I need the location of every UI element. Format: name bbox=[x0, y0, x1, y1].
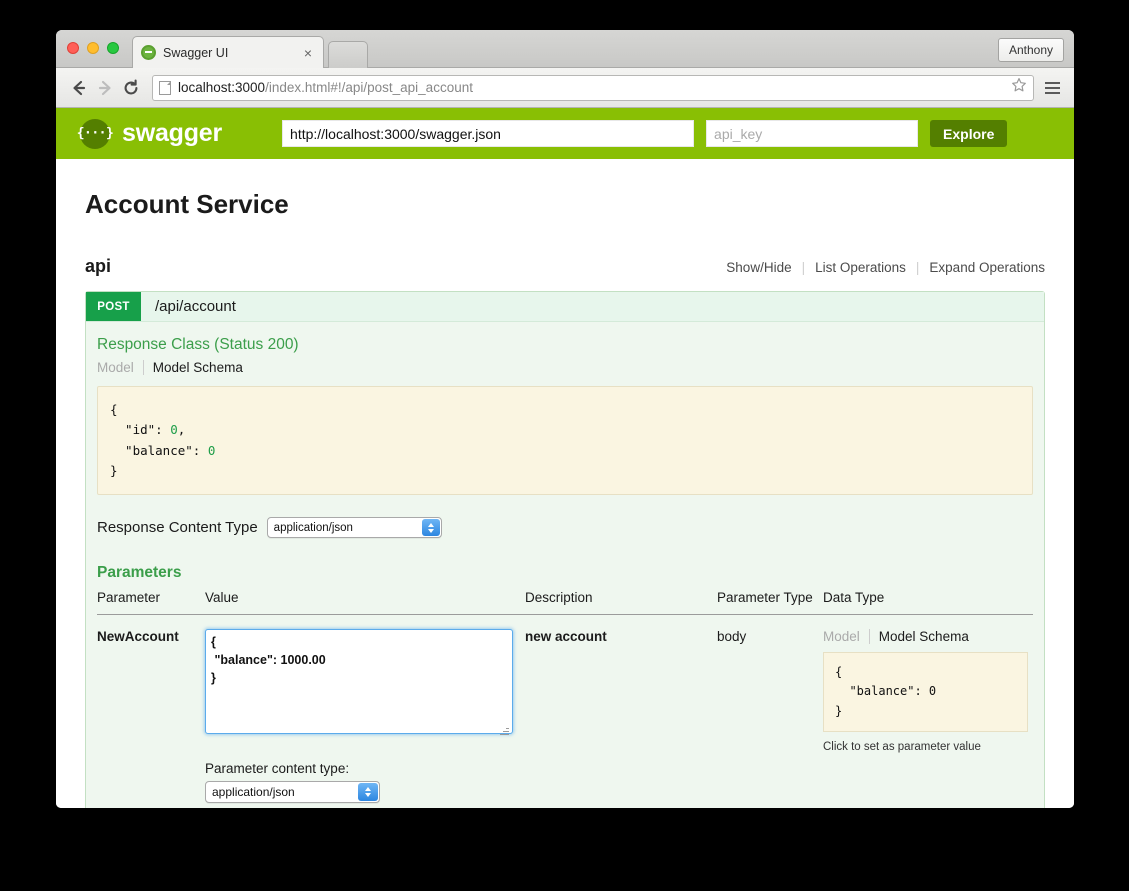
th-data-type: Data Type bbox=[823, 590, 1033, 615]
response-content-type-select[interactable]: application/json bbox=[266, 517, 442, 538]
schema-click-hint: Click to set as parameter value bbox=[823, 741, 981, 754]
table-header-row: Parameter Value Description Parameter Ty… bbox=[97, 590, 1033, 615]
code-line: } bbox=[835, 703, 843, 718]
swagger-content: Account Service api Show/Hide | List Ope… bbox=[56, 159, 1074, 808]
parameter-content-type-value: application/json bbox=[212, 785, 295, 799]
parameter-value-textarea[interactable] bbox=[205, 629, 513, 734]
resource-operation-links: Show/Hide | List Operations | Expand Ope… bbox=[726, 260, 1045, 275]
cell-description: new account bbox=[525, 615, 717, 804]
http-method-badge: POST bbox=[86, 292, 141, 321]
cell-parameter-name: NewAccount bbox=[97, 615, 205, 804]
parameters-title: Parameters bbox=[97, 564, 182, 581]
th-description: Description bbox=[525, 590, 717, 615]
profile-button[interactable]: Anthony bbox=[997, 38, 1064, 62]
code-line: { bbox=[835, 665, 843, 679]
link-divider: | bbox=[801, 260, 806, 275]
swagger-url-input[interactable] bbox=[282, 120, 695, 147]
code-line: "id": 0, bbox=[110, 422, 186, 438]
chevron-updown-icon bbox=[358, 783, 378, 801]
parameter-type: body bbox=[717, 629, 747, 644]
parameters-table: Parameter Value Description Parameter Ty… bbox=[97, 590, 1033, 803]
th-parameter: Parameter bbox=[97, 590, 205, 615]
swagger-header-controls: Explore bbox=[282, 120, 1054, 147]
cell-parameter-type: body bbox=[717, 615, 823, 804]
table-row: NewAccount Parameter content type: bbox=[97, 615, 1033, 804]
tab-divider bbox=[142, 360, 144, 375]
swagger-header-bar: {···} swagger Explore bbox=[56, 108, 1074, 159]
address-bar[interactable]: localhost:3000/index.html#!/api/post_api… bbox=[152, 74, 1034, 101]
new-tab-button[interactable] bbox=[328, 41, 368, 68]
parameter-name: NewAccount bbox=[97, 629, 179, 644]
browser-tab[interactable]: Swagger UI × bbox=[132, 36, 324, 68]
back-arrow-icon[interactable] bbox=[66, 75, 92, 101]
close-tab-icon[interactable]: × bbox=[301, 46, 315, 60]
parameter-schema-code[interactable]: { "balance": 0 } bbox=[823, 652, 1028, 733]
response-model-tabs: Model Model Schema bbox=[97, 360, 1033, 375]
swagger-logo-icon: {···} bbox=[77, 118, 114, 149]
forward-arrow-icon bbox=[92, 75, 118, 101]
code-number: 0 bbox=[170, 422, 178, 438]
operation-header[interactable]: POST /api/account bbox=[86, 292, 1044, 322]
code-line: "balance": 0 bbox=[835, 684, 937, 699]
page-title: Account Service bbox=[85, 189, 289, 219]
star-icon[interactable] bbox=[1005, 77, 1027, 98]
tab-model-schema[interactable]: Model Schema bbox=[879, 629, 969, 644]
url-host: localhost:3000 bbox=[178, 80, 266, 95]
tab-model-schema[interactable]: Model Schema bbox=[153, 360, 243, 375]
close-window-button[interactable] bbox=[67, 42, 79, 54]
data-type-model-tabs: Model Model Schema bbox=[823, 629, 1033, 644]
minimize-window-button[interactable] bbox=[87, 42, 99, 54]
operation-block: POST /api/account Response Class (Status… bbox=[85, 291, 1045, 808]
th-parameter-type: Parameter Type bbox=[717, 590, 823, 615]
browser-tab-title: Swagger UI bbox=[163, 45, 229, 60]
parameter-content-type-group: Parameter content type: application/json bbox=[205, 761, 525, 803]
parameter-description: new account bbox=[525, 629, 607, 644]
show-hide-link[interactable]: Show/Hide bbox=[726, 260, 791, 275]
response-content-type-label: Response Content Type bbox=[97, 519, 258, 536]
swagger-favicon-icon bbox=[141, 45, 156, 60]
response-content-type-row: Response Content Type application/json bbox=[97, 517, 1033, 538]
code-line: { bbox=[110, 402, 118, 417]
browser-toolbar: localhost:3000/index.html#!/api/post_api… bbox=[56, 68, 1074, 108]
resource-header: api Show/Hide | List Operations | Expand… bbox=[85, 256, 1045, 286]
swagger-logo[interactable]: {···} swagger bbox=[77, 118, 223, 149]
cell-data-type: Model Model Schema { "balance": 0 } Clic… bbox=[823, 615, 1033, 804]
explore-button[interactable]: Explore bbox=[930, 120, 1008, 147]
code-number: 0 bbox=[928, 684, 937, 699]
swagger-logo-text: swagger bbox=[122, 119, 223, 147]
list-operations-link[interactable]: List Operations bbox=[815, 260, 906, 275]
page-document-icon bbox=[159, 80, 171, 95]
parameter-content-type-select[interactable]: application/json bbox=[205, 781, 380, 803]
th-value: Value bbox=[205, 590, 525, 615]
operation-body: Response Class (Status 200) Model Model … bbox=[86, 322, 1044, 808]
swagger-page: {···} swagger Explore Account Service ap… bbox=[56, 108, 1074, 808]
api-key-input[interactable] bbox=[706, 120, 919, 147]
maximize-window-button[interactable] bbox=[107, 42, 119, 54]
url-path: /index.html#!/api/post_api_account bbox=[265, 80, 473, 95]
hamburger-menu-icon[interactable] bbox=[1040, 75, 1064, 101]
expand-operations-link[interactable]: Expand Operations bbox=[929, 260, 1045, 275]
cell-parameter-value: Parameter content type: application/json bbox=[205, 615, 525, 803]
response-class-title: Response Class (Status 200) bbox=[97, 336, 299, 353]
link-divider: | bbox=[915, 260, 920, 275]
window-controls bbox=[67, 42, 119, 54]
code-line: } bbox=[110, 462, 118, 478]
code-number: 0 bbox=[207, 442, 216, 458]
chevron-updown-icon bbox=[421, 519, 440, 536]
parameter-content-type-label: Parameter content type: bbox=[205, 761, 350, 776]
resource-name: api bbox=[85, 256, 112, 276]
browser-tab-strip: Swagger UI × Anthony bbox=[56, 30, 1074, 68]
tab-model[interactable]: Model bbox=[823, 629, 860, 644]
code-line: "balance": 0 bbox=[110, 442, 216, 458]
response-content-type-value: application/json bbox=[273, 521, 353, 534]
operation-path: /api/account bbox=[155, 298, 236, 315]
reload-icon[interactable] bbox=[118, 75, 144, 101]
body-textarea-wrapper bbox=[205, 629, 513, 739]
tab-model[interactable]: Model bbox=[97, 360, 134, 375]
response-model-code: { "id": 0, "balance": 0 } bbox=[97, 386, 1033, 495]
browser-window: Swagger UI × Anthony localhost:3000/inde… bbox=[56, 30, 1074, 808]
address-bar-url: localhost:3000/index.html#!/api/post_api… bbox=[178, 80, 473, 95]
tab-divider bbox=[868, 629, 870, 644]
